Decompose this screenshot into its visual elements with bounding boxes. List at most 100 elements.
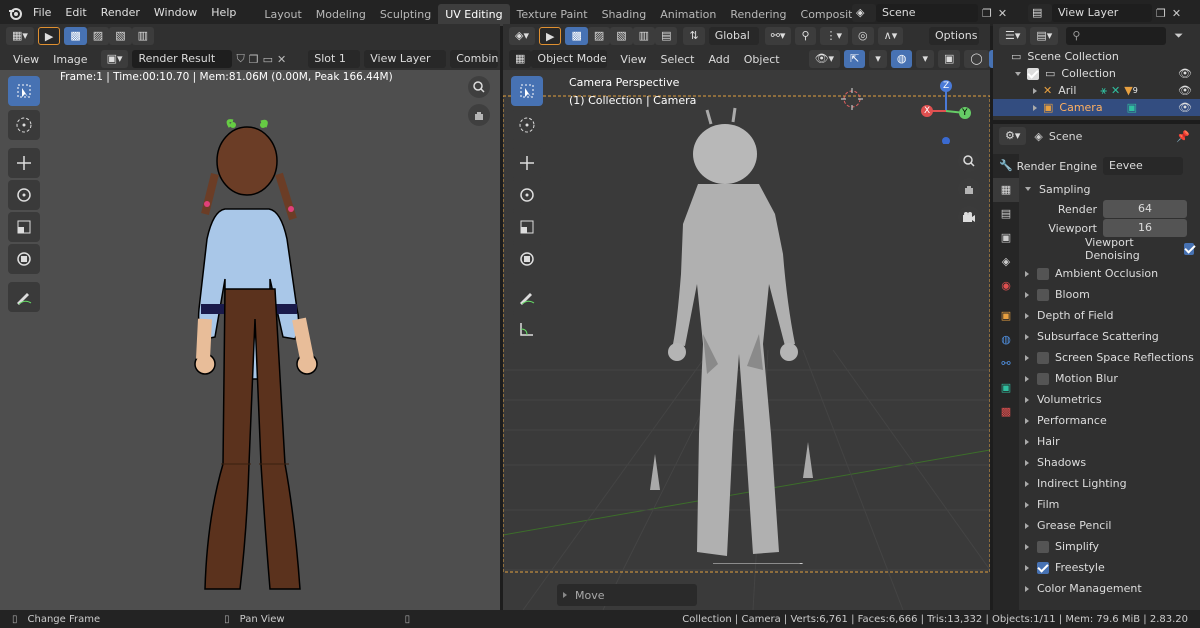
panel-indirect-lighting[interactable]: Indirect Lighting xyxy=(1019,473,1200,494)
xray-icon[interactable]: ▣ xyxy=(937,50,961,68)
panel-expand-icon[interactable] xyxy=(1025,417,1029,424)
menu-render[interactable]: Render xyxy=(94,0,147,26)
panel-volumetrics[interactable]: Volumetrics xyxy=(1019,389,1200,410)
tab-sculpting[interactable]: Sculpting xyxy=(373,4,438,26)
viewport-move-tool[interactable] xyxy=(511,148,543,178)
proportional-edit-icon[interactable]: ◎ xyxy=(852,27,874,45)
outliner-row-scene-collection[interactable]: ▭ Scene Collection xyxy=(993,48,1200,65)
gizmo-toggle-icon[interactable]: ⇱ xyxy=(844,50,866,68)
sampling-render-field[interactable]: 64 xyxy=(1103,200,1187,218)
viewport-editor-type-icon[interactable]: ◈▾ xyxy=(509,27,535,45)
tab-modeling[interactable]: Modeling xyxy=(309,4,373,26)
outliner-row-collection[interactable]: ▭ Collection 👁 xyxy=(993,65,1200,82)
panel-expand-icon[interactable] xyxy=(1025,522,1029,529)
image-browse-icon[interactable]: ▣▾ xyxy=(100,50,129,68)
viewport-selection-new-icon[interactable]: ▩ xyxy=(565,27,588,45)
falloff-icon[interactable]: ∧▾ xyxy=(877,27,904,45)
overlay-toggle-icon[interactable]: ◍ xyxy=(890,50,913,68)
unlink-image-icon[interactable]: ✕ xyxy=(277,53,286,66)
menu-file[interactable]: File xyxy=(26,0,58,26)
camera-visibility-icon[interactable]: 👁 xyxy=(1178,101,1192,114)
tab-constraints-icon[interactable]: ⚯ xyxy=(993,352,1019,376)
selection-mode-subtract-icon[interactable]: ▧ xyxy=(109,27,132,45)
panel-color-management[interactable]: Color Management xyxy=(1019,578,1200,599)
camera-view-icon[interactable] xyxy=(958,206,980,228)
transform-orientation-icon[interactable]: ⇅ xyxy=(683,27,705,45)
panel-performance[interactable]: Performance xyxy=(1019,410,1200,431)
viewport-scale-tool[interactable] xyxy=(511,212,543,242)
panel-expand-icon[interactable] xyxy=(1025,375,1029,382)
panel-motion-blur[interactable]: Motion Blur xyxy=(1019,368,1200,389)
scene-name-field[interactable]: Scene xyxy=(876,4,978,22)
move-tool[interactable] xyxy=(8,148,40,178)
pivot-point-icon[interactable]: ⚯▾ xyxy=(764,27,792,45)
viewport-annotate-tool[interactable] xyxy=(511,282,543,312)
snap-icon[interactable]: ⚲ xyxy=(795,27,816,45)
viewport-selection-invert-icon[interactable]: ▥ xyxy=(632,27,656,45)
selection-mode-invert-icon[interactable]: ▥ xyxy=(131,27,155,45)
panel-shadows[interactable]: Shadows xyxy=(1019,452,1200,473)
scale-tool[interactable] xyxy=(8,212,40,242)
outliner-row-camera[interactable]: ▣ Camera ▣ 👁 xyxy=(993,99,1200,116)
panel-enable-checkbox[interactable] xyxy=(1037,372,1049,385)
outliner-row-aril[interactable]: ✕ Aril ⚹ ✕ ▼ 9 👁 xyxy=(993,82,1200,99)
close-scene-icon[interactable]: ✕ xyxy=(998,7,1007,20)
panel-expand-icon[interactable] xyxy=(1025,291,1029,298)
snap-target-icon[interactable]: ⋮▾ xyxy=(819,27,849,45)
outliner-editor-type-icon[interactable]: ☰▾ xyxy=(999,27,1027,45)
collection-checkbox[interactable] xyxy=(1027,67,1039,80)
collection-visibility-icon[interactable]: 👁 xyxy=(1178,67,1192,80)
viewport-selection-subtract-icon[interactable]: ▧ xyxy=(610,27,633,45)
panel-film[interactable]: Film xyxy=(1019,494,1200,515)
tab-scene-icon[interactable]: ◈ xyxy=(993,250,1019,274)
tab-view-layer-icon[interactable]: ▣ xyxy=(993,226,1019,250)
tab-texture-icon[interactable]: ▩ xyxy=(993,400,1019,424)
tab-physics-icon[interactable]: ◍ xyxy=(993,328,1019,352)
viewport-select-tool-icon[interactable]: ▶ xyxy=(538,27,562,45)
scene-selector[interactable]: ◈ Scene ❐ ✕ xyxy=(852,3,1007,23)
select-box-tool[interactable] xyxy=(8,76,40,106)
shading-wireframe-icon[interactable]: ◯ xyxy=(964,50,989,68)
tab-object-icon[interactable]: ▣ xyxy=(993,304,1019,328)
copy-scene-icon[interactable]: ❐ xyxy=(982,7,992,20)
options-dropdown[interactable]: Options xyxy=(929,27,979,45)
panel-ambient-occlusion[interactable]: Ambient Occlusion xyxy=(1019,263,1200,284)
gizmo-dropdown-icon[interactable]: ▾ xyxy=(869,50,887,68)
tab-texture-paint[interactable]: Texture Paint xyxy=(510,4,595,26)
panel-enable-checkbox[interactable] xyxy=(1037,561,1049,574)
image-menu-view[interactable]: View xyxy=(6,53,46,66)
copy-view-layer-icon[interactable]: ❐ xyxy=(1156,7,1166,20)
image-name-field[interactable]: Render Result xyxy=(132,50,233,68)
render-pass-dropdown[interactable]: Combine xyxy=(450,50,499,68)
tab-rendering[interactable]: Rendering xyxy=(723,4,793,26)
panel-expand-icon[interactable] xyxy=(1025,396,1029,403)
cursor-tool[interactable] xyxy=(8,110,40,140)
viewport-selection-extend-icon[interactable]: ▨ xyxy=(587,27,611,45)
panel-subsurface-scattering[interactable]: Subsurface Scattering xyxy=(1019,326,1200,347)
select-tool-icon[interactable]: ▶ xyxy=(37,27,61,45)
panel-expand-icon[interactable] xyxy=(1025,480,1029,487)
selection-mode-extend-icon[interactable]: ▨ xyxy=(86,27,110,45)
aril-visibility-icon[interactable]: 👁 xyxy=(1178,84,1192,97)
overlay-dropdown-icon[interactable]: ▾ xyxy=(916,50,934,68)
measure-tool[interactable] xyxy=(511,314,543,344)
viewport-zoom-icon[interactable] xyxy=(958,150,980,172)
visibility-icon[interactable]: 👁▾ xyxy=(808,50,841,68)
panel-expand-icon[interactable] xyxy=(1025,564,1029,571)
new-image-icon[interactable]: ❐ xyxy=(249,53,259,66)
pin-icon[interactable]: 📌 xyxy=(1176,130,1190,143)
view-layer-name-field[interactable]: View Layer xyxy=(1052,4,1152,22)
collection-expand-icon[interactable] xyxy=(1015,71,1021,76)
panel-expand-icon[interactable] xyxy=(1025,270,1029,277)
slot-dropdown[interactable]: Slot 1 xyxy=(308,50,361,68)
last-operator-panel[interactable]: Move xyxy=(557,584,697,606)
tab-world-icon[interactable]: ◉ xyxy=(993,274,1019,298)
camera-expand-icon[interactable] xyxy=(1033,104,1037,111)
panel-enable-checkbox[interactable] xyxy=(1037,288,1049,301)
panel-enable-checkbox[interactable] xyxy=(1037,267,1049,280)
tab-output-icon[interactable]: ▤ xyxy=(993,202,1019,226)
object-mode-dropdown[interactable]: Object Mode xyxy=(531,50,608,68)
panel-expand-icon[interactable] xyxy=(1025,585,1029,592)
menu-edit[interactable]: Edit xyxy=(58,0,93,26)
object-mode-icon[interactable]: ▦ xyxy=(509,50,532,68)
